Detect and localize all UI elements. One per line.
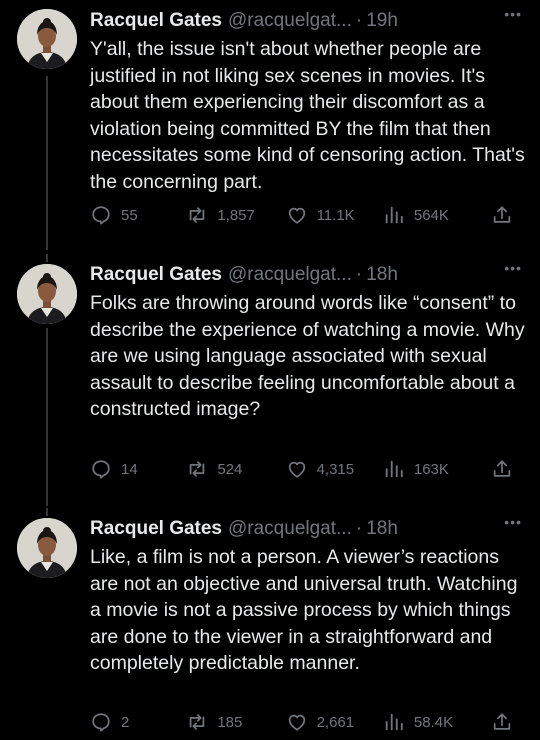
reply-icon — [90, 204, 112, 226]
retweet-button[interactable]: 185 — [186, 711, 285, 733]
display-name[interactable]: Racquel Gates — [90, 518, 222, 540]
retweet-icon — [186, 711, 208, 733]
view-count: 58.4K — [413, 713, 454, 731]
share-icon — [491, 711, 513, 733]
more-options-icon[interactable]: ••• — [504, 6, 522, 22]
like-button[interactable]: 11.1K — [286, 204, 383, 226]
thread-line — [46, 508, 48, 516]
reply-button[interactable]: 2 — [90, 711, 186, 733]
tweet-text: Y'all, the issue isn't about whether peo… — [90, 38, 525, 193]
tweet-header: Racquel Gates @racquelgat... · 18h — [90, 262, 524, 288]
retweet-button[interactable]: 1,857 — [186, 204, 285, 226]
user-handle[interactable]: @racquelgat... — [228, 10, 352, 32]
action-bar: 55 1,857 11.1K 564K — [90, 202, 522, 228]
avatar[interactable] — [17, 9, 77, 69]
views-icon — [383, 204, 405, 226]
tweet[interactable]: Racquel Gates @racquelgat... · 18h ••• L… — [0, 508, 540, 740]
views-button[interactable]: 564K — [383, 204, 491, 226]
user-handle[interactable]: @racquelgat... — [228, 264, 352, 286]
like-count: 11.1K — [316, 206, 355, 224]
action-bar: 2 185 2,661 58.4K — [90, 709, 522, 735]
views-button[interactable]: 163K — [383, 458, 491, 480]
retweet-icon — [186, 458, 208, 480]
reply-icon — [90, 458, 112, 480]
heart-icon — [286, 204, 308, 226]
reply-count: 14 — [121, 460, 138, 478]
heart-icon — [286, 711, 308, 733]
retweet-button[interactable]: 524 — [186, 458, 285, 480]
view-count: 564K — [413, 206, 449, 224]
user-handle[interactable]: @racquelgat... — [228, 518, 352, 540]
tweet-header: Racquel Gates @racquelgat... · 18h — [90, 516, 524, 542]
avatar[interactable] — [17, 264, 77, 324]
retweet-icon — [186, 204, 208, 226]
display-name[interactable]: Racquel Gates — [90, 10, 222, 32]
retweet-count: 1,857 — [217, 206, 255, 224]
thread-line — [46, 76, 48, 250]
separator: · — [355, 264, 363, 285]
avatar-image — [17, 518, 77, 578]
share-icon — [491, 204, 513, 226]
separator: · — [355, 10, 363, 31]
share-icon — [491, 458, 513, 480]
thread-line — [46, 254, 48, 262]
share-button[interactable] — [491, 458, 522, 480]
tweet-text: Like, a film is not a person. A viewer’s… — [90, 546, 518, 675]
more-options-icon[interactable]: ••• — [504, 514, 522, 530]
retweet-count: 185 — [217, 713, 243, 731]
like-count: 2,661 — [316, 713, 355, 731]
timestamp[interactable]: 18h — [366, 264, 398, 286]
view-count: 163K — [413, 460, 449, 478]
share-button[interactable] — [491, 711, 522, 733]
tweet-header: Racquel Gates @racquelgat... · 19h — [90, 8, 524, 34]
more-options-icon[interactable]: ••• — [504, 260, 522, 276]
views-icon — [383, 711, 405, 733]
views-icon — [383, 458, 405, 480]
timestamp[interactable]: 18h — [366, 518, 398, 540]
tweet[interactable]: Racquel Gates @racquelgat... · 19h ••• Y… — [0, 0, 540, 250]
avatar-image — [17, 264, 77, 324]
action-bar: 14 524 4,315 163K — [90, 456, 522, 482]
like-button[interactable]: 2,661 — [286, 711, 383, 733]
reply-button[interactable]: 55 — [90, 204, 186, 226]
tweet[interactable]: Racquel Gates @racquelgat... · 18h ••• F… — [0, 254, 540, 506]
views-button[interactable]: 58.4K — [383, 711, 491, 733]
like-count: 4,315 — [316, 460, 355, 478]
display-name[interactable]: Racquel Gates — [90, 264, 222, 286]
reply-icon — [90, 711, 112, 733]
timestamp[interactable]: 19h — [366, 10, 398, 32]
reply-button[interactable]: 14 — [90, 458, 186, 480]
share-button[interactable] — [491, 204, 522, 226]
thread-line — [46, 328, 48, 506]
separator: · — [355, 518, 363, 539]
avatar[interactable] — [17, 518, 77, 578]
heart-icon — [286, 458, 308, 480]
avatar-image — [17, 9, 77, 69]
reply-count: 2 — [121, 713, 130, 731]
tweet-text: Folks are throwing around words like “co… — [90, 292, 525, 421]
retweet-count: 524 — [217, 460, 243, 478]
like-button[interactable]: 4,315 — [286, 458, 383, 480]
reply-count: 55 — [121, 206, 138, 224]
